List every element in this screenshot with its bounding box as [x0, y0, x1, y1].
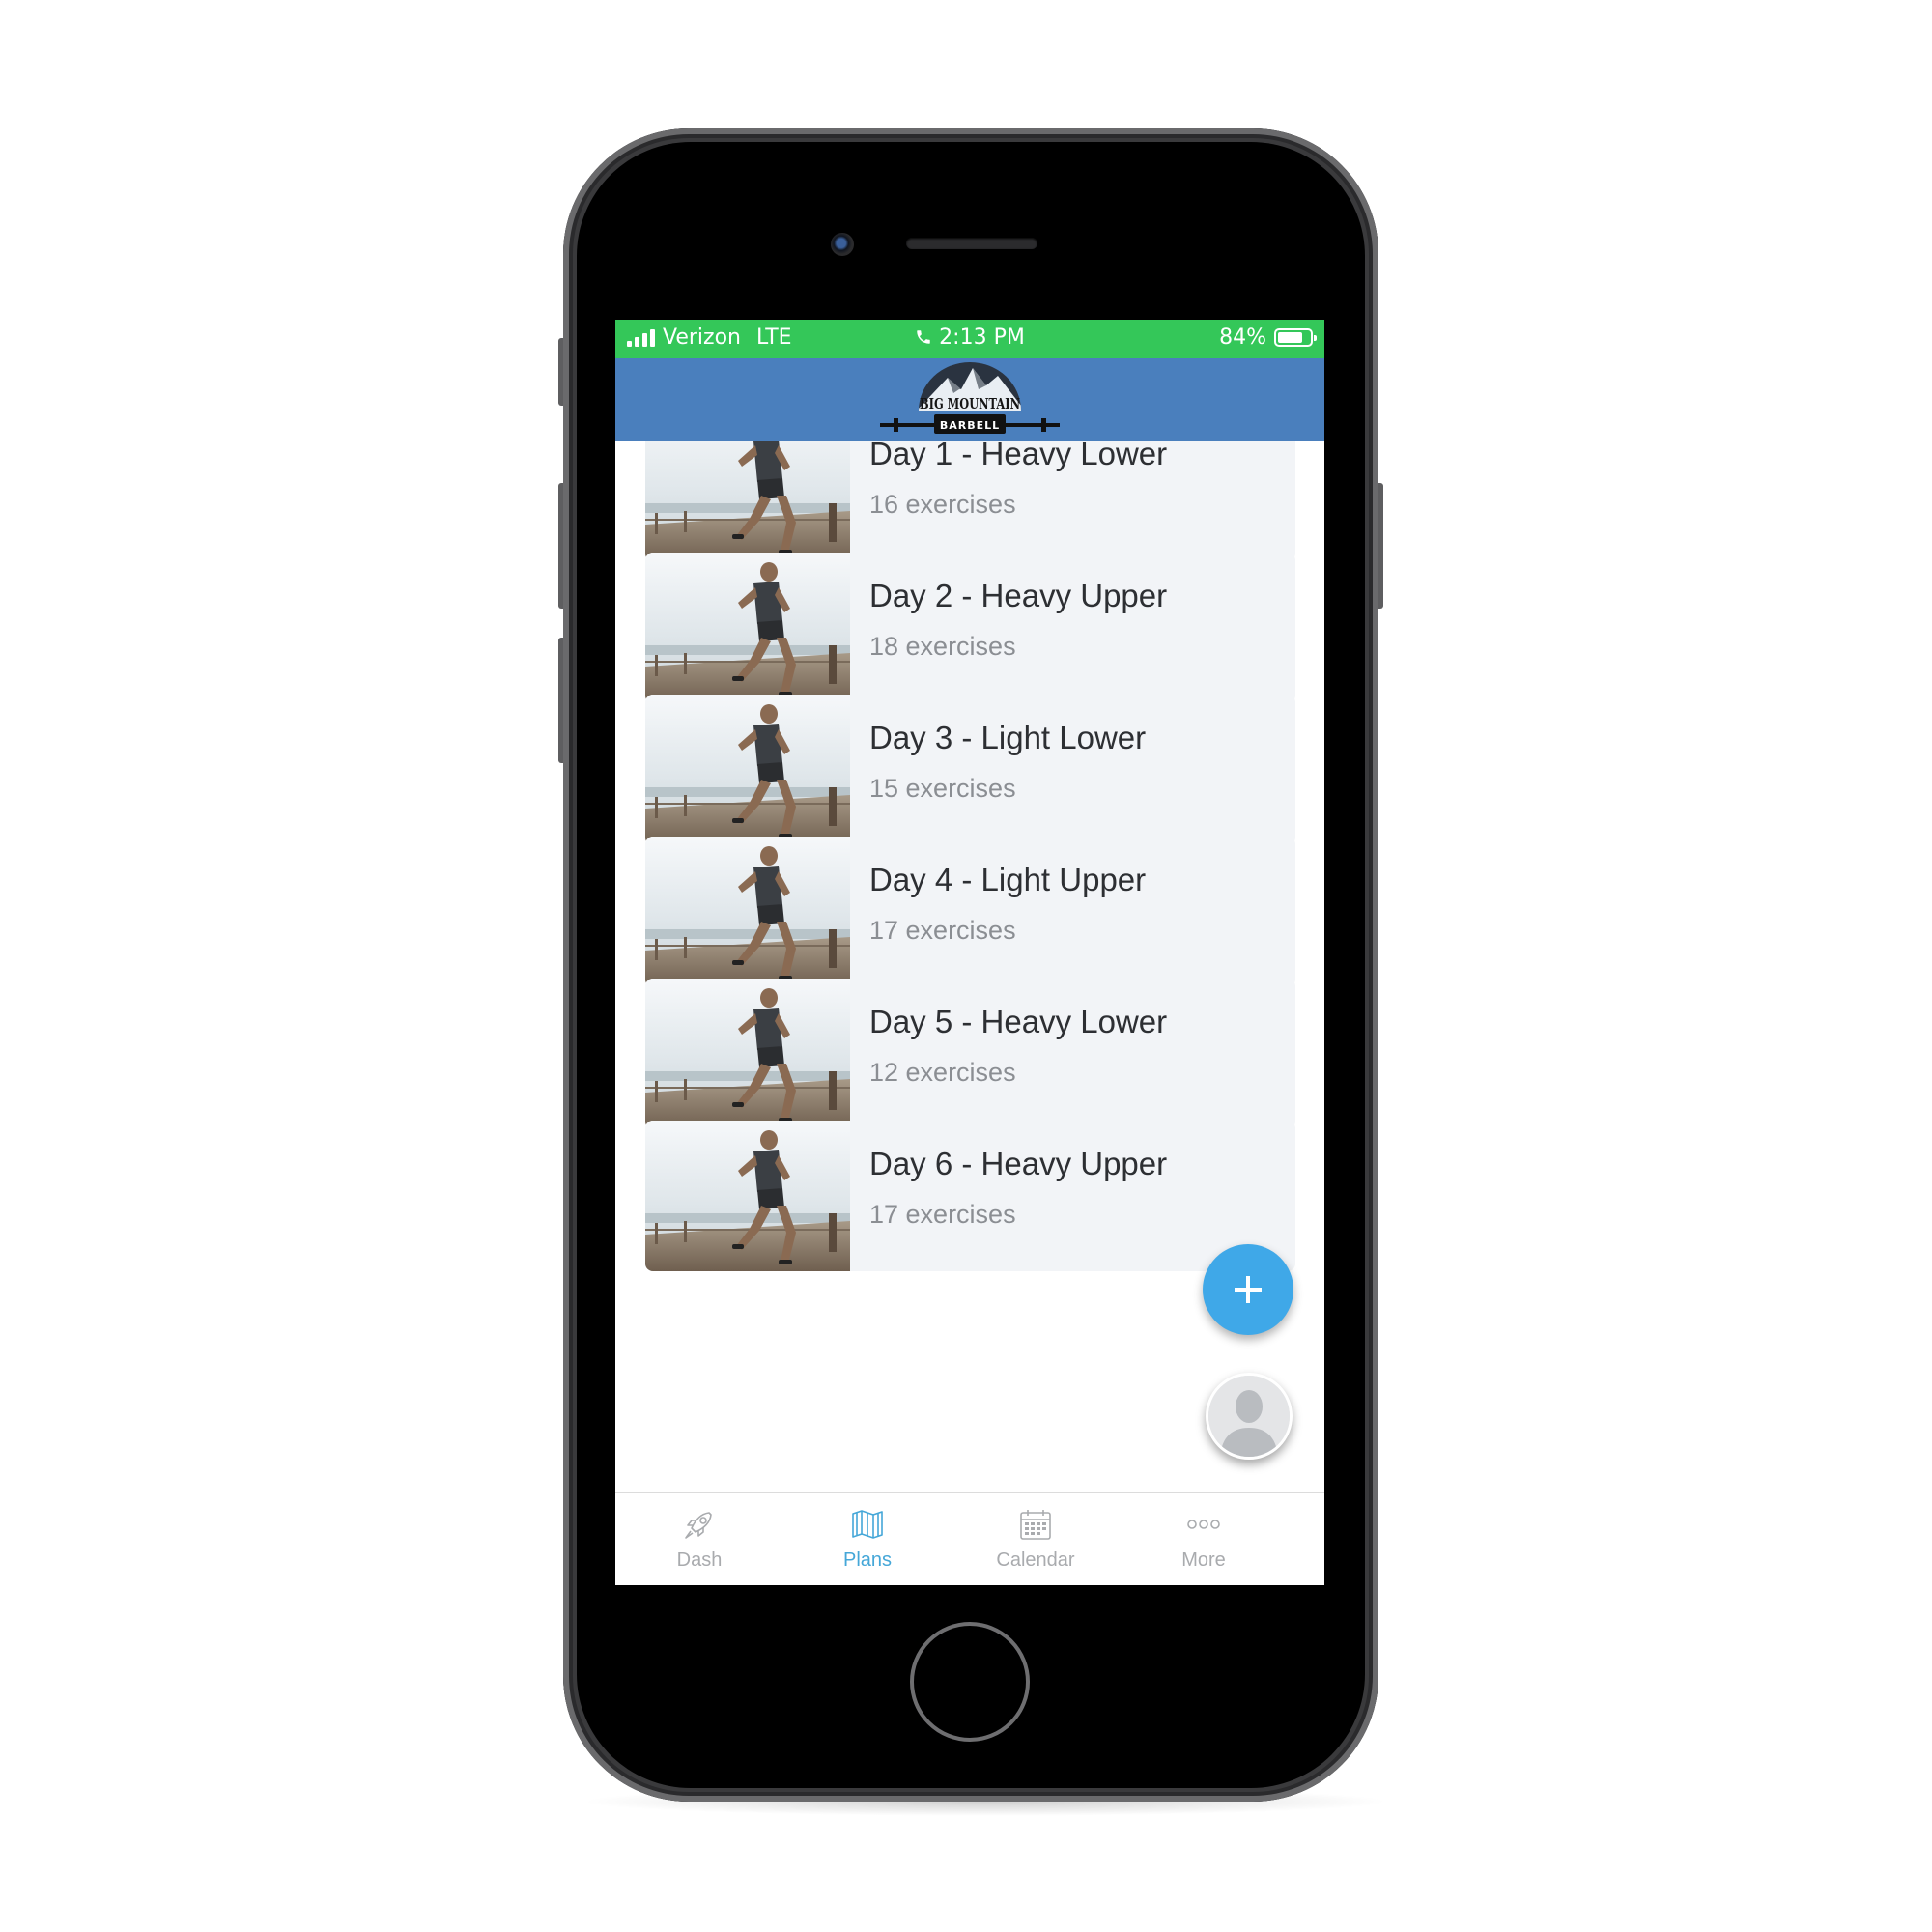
- logo-text-line2: BARBELL: [940, 419, 1000, 432]
- plan-exercise-count: 17 exercises: [869, 916, 1016, 945]
- plan-exercise-count: 16 exercises: [869, 490, 1016, 519]
- front-camera: [831, 233, 854, 256]
- plan-title: Day 6 - Heavy Upper: [869, 1146, 1168, 1181]
- phone-screen: Verizon LTE 2:13 PM 84% BIG MOUNTAIN BAR…: [615, 320, 1324, 1585]
- logo-text-line1: BIG MOUNTAIN: [920, 395, 1020, 412]
- earpiece-speaker: [906, 238, 1037, 249]
- plan-exercise-count: 12 exercises: [869, 1058, 1016, 1087]
- rocket-icon: [685, 1512, 712, 1539]
- tab-dash[interactable]: Dash: [615, 1493, 783, 1585]
- tab-plans-label: Plans: [842, 1549, 893, 1571]
- plan-card[interactable]: Day 3 - Light Lower 15 exercises: [645, 695, 1295, 845]
- map-icon: [852, 1510, 883, 1539]
- plan-card[interactable]: Day 4 - Light Upper 17 exercises: [645, 837, 1295, 987]
- phone-call-icon: [915, 326, 939, 350]
- home-button[interactable]: [910, 1622, 1030, 1742]
- runner-photo: [645, 979, 850, 1129]
- plan-exercise-count: 17 exercises: [869, 1200, 1016, 1229]
- tab-bar: Dash Plans Calendar More: [615, 1492, 1324, 1585]
- clock: 2:13 PM: [939, 326, 1025, 350]
- big-mountain-barbell-logo: BIG MOUNTAIN BARBELL: [880, 362, 1060, 434]
- plan-title: Day 5 - Heavy Lower: [869, 1004, 1168, 1039]
- plan-thumbnail: [645, 837, 850, 987]
- plan-exercise-count: 15 exercises: [869, 774, 1016, 803]
- status-bar: Verizon LTE 2:13 PM 84%: [615, 320, 1324, 358]
- more-icon: [1187, 1520, 1220, 1529]
- runner-photo: [645, 837, 850, 987]
- plan-exercise-count: 18 exercises: [869, 632, 1016, 661]
- plan-card[interactable]: Day 1 - Heavy Lower 16 exercises: [645, 441, 1295, 561]
- plan-thumbnail: [645, 979, 850, 1129]
- battery-percent: 84%: [1219, 326, 1266, 350]
- runner-photo: [645, 1121, 850, 1271]
- plan-thumbnail: [645, 1121, 850, 1271]
- tab-more-label: More: [1181, 1549, 1226, 1571]
- plan-title: Day 1 - Heavy Lower: [869, 441, 1168, 471]
- profile-avatar-button[interactable]: [1206, 1373, 1293, 1460]
- battery-icon: [1274, 328, 1317, 347]
- tab-more[interactable]: More: [1120, 1493, 1288, 1585]
- plan-card[interactable]: Day 2 - Heavy Upper 18 exercises: [645, 553, 1295, 703]
- add-plan-button[interactable]: [1203, 1244, 1293, 1335]
- plan-title: Day 3 - Light Lower: [869, 720, 1147, 755]
- tab-calendar-label: Calendar: [996, 1549, 1075, 1571]
- runner-photo: [645, 695, 850, 845]
- runner-photo: [645, 553, 850, 703]
- plan-thumbnail: [645, 553, 850, 703]
- plan-title: Day 4 - Light Upper: [869, 862, 1147, 897]
- user-avatar-icon: [1208, 1376, 1290, 1457]
- plan-thumbnail: [645, 441, 850, 561]
- plus-icon: [1235, 1276, 1262, 1303]
- tab-plans[interactable]: Plans: [783, 1493, 952, 1585]
- tab-dash-label: Dash: [676, 1549, 723, 1571]
- runner-photo: [645, 441, 850, 561]
- plan-card[interactable]: Day 6 - Heavy Upper 17 exercises: [645, 1121, 1295, 1271]
- plan-card[interactable]: Day 5 - Heavy Lower 12 exercises: [645, 979, 1295, 1129]
- app-header: BIG MOUNTAIN BARBELL: [615, 358, 1324, 441]
- calendar-icon: [1020, 1510, 1051, 1540]
- plan-title: Day 2 - Heavy Upper: [869, 578, 1168, 613]
- plan-thumbnail: [645, 695, 850, 845]
- tab-calendar[interactable]: Calendar: [952, 1493, 1120, 1585]
